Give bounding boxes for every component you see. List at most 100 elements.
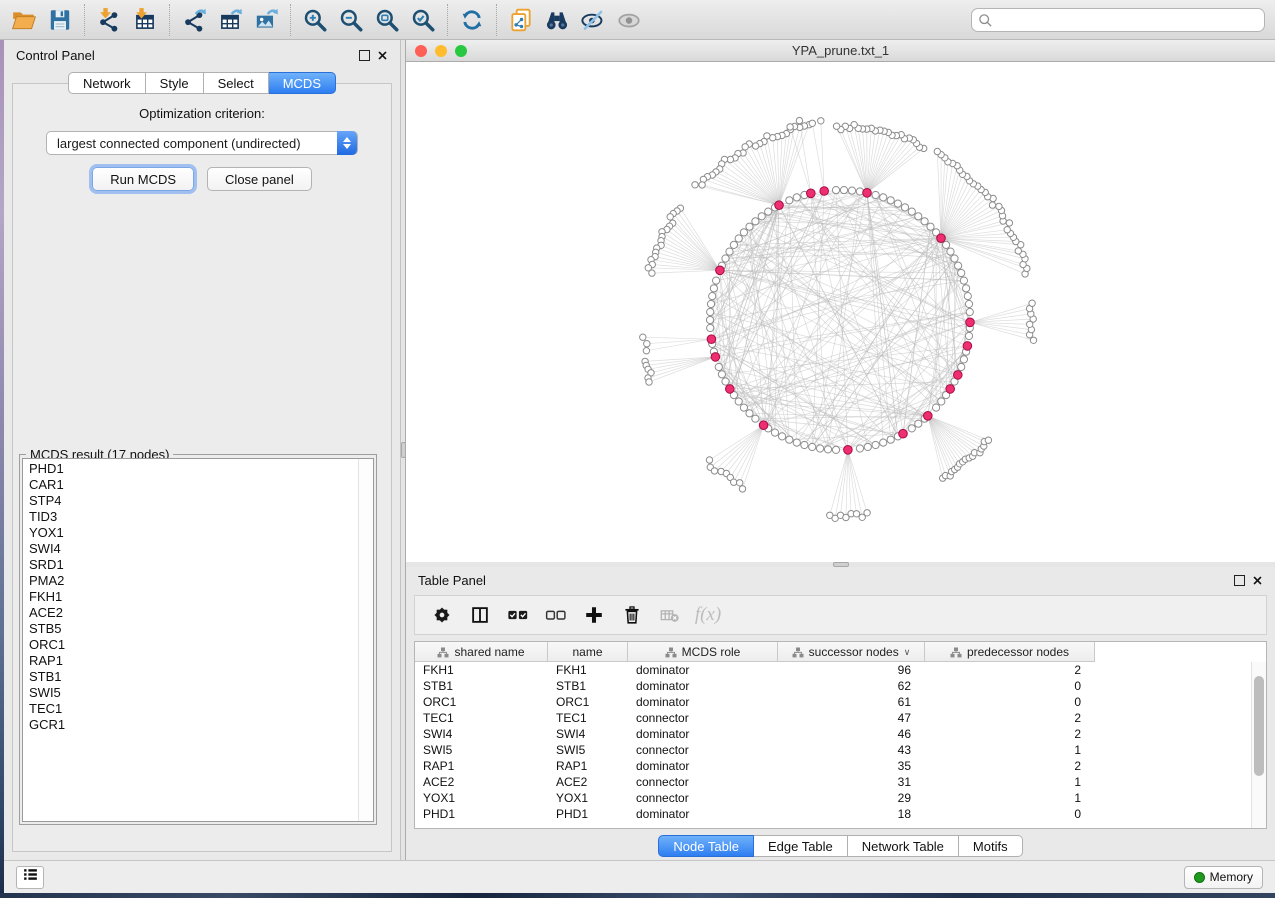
- export-image-icon[interactable]: [248, 4, 284, 36]
- table-row[interactable]: PHD1PHD1dominator180: [415, 806, 1251, 822]
- mcds-result-node[interactable]: SRD1: [23, 557, 373, 573]
- memory-button[interactable]: Memory: [1184, 866, 1263, 889]
- table-row[interactable]: ORC1ORC1dominator610: [415, 694, 1251, 710]
- table-scrollbar[interactable]: [1251, 662, 1266, 828]
- zoom-selected-icon[interactable]: [405, 4, 441, 36]
- table-row[interactable]: FKH1FKH1dominator962: [415, 662, 1251, 678]
- tab-network-table[interactable]: Network Table: [848, 835, 959, 857]
- table-row[interactable]: TEC1TEC1connector472: [415, 710, 1251, 726]
- memory-status-icon: [1194, 872, 1205, 883]
- zoom-in-icon[interactable]: [297, 4, 333, 36]
- column-header-shared-name[interactable]: shared name: [415, 642, 548, 662]
- mcds-result-node[interactable]: ACE2: [23, 605, 373, 621]
- column-header-MCDS-role[interactable]: MCDS role: [628, 642, 778, 662]
- table-row[interactable]: SWI4SWI4dominator462: [415, 726, 1251, 742]
- column-header-name[interactable]: name: [548, 642, 628, 662]
- mcds-result-node[interactable]: PMA2: [23, 573, 373, 589]
- tab-edge-table[interactable]: Edge Table: [754, 835, 848, 857]
- tab-mcds[interactable]: MCDS: [269, 72, 336, 94]
- tab-select[interactable]: Select: [204, 72, 269, 94]
- import-network-icon[interactable]: [91, 4, 127, 36]
- cell-name: SWI5: [548, 743, 628, 757]
- refresh-layout-icon[interactable]: [454, 4, 490, 36]
- float-table-panel-icon[interactable]: [1234, 575, 1245, 586]
- delete-table-icon: [651, 598, 689, 632]
- deselect-all-icon[interactable]: [537, 598, 575, 632]
- mcds-result-group: MCDS result (17 nodes) PHD1CAR1STP4TID3Y…: [19, 454, 377, 825]
- mcds-result-node[interactable]: FKH1: [23, 589, 373, 605]
- export-table-icon[interactable]: [212, 4, 248, 36]
- column-header-predecessor-nodes[interactable]: predecessor nodes: [925, 642, 1095, 662]
- zoom-fit-icon[interactable]: [369, 4, 405, 36]
- cell-mcds_role: connector: [628, 775, 778, 789]
- network-view-titlebar[interactable]: YPA_prune.txt_1: [406, 40, 1275, 62]
- cell-mcds_role: connector: [628, 791, 778, 805]
- network-view-title: YPA_prune.txt_1: [406, 43, 1275, 58]
- table-header-row: shared namenameMCDS rolesuccessor nodes∨…: [415, 642, 1095, 662]
- cell-shared_name: SWI5: [415, 743, 548, 757]
- table-row[interactable]: RAP1RAP1dominator352: [415, 758, 1251, 774]
- mcds-result-node[interactable]: RAP1: [23, 653, 373, 669]
- mcds-result-node[interactable]: ORC1: [23, 637, 373, 653]
- export-network-icon[interactable]: [176, 4, 212, 36]
- result-list-scrollbar[interactable]: [358, 459, 373, 821]
- mcds-result-node[interactable]: STB5: [23, 621, 373, 637]
- memory-label: Memory: [1210, 870, 1253, 884]
- mcds-result-node[interactable]: PHD1: [23, 461, 373, 477]
- table-row[interactable]: SWI5SWI5connector431: [415, 742, 1251, 758]
- copy-network-icon[interactable]: [503, 4, 539, 36]
- open-file-icon[interactable]: [6, 4, 42, 36]
- close-panel-button[interactable]: Close panel: [207, 167, 312, 191]
- import-table-icon[interactable]: [127, 4, 163, 36]
- cell-mcds_role: dominator: [628, 679, 778, 693]
- search-input[interactable]: [971, 8, 1265, 32]
- column-header-successor-nodes[interactable]: successor nodes∨: [778, 642, 925, 662]
- mcds-tab-content: Optimization criterion: largest connecte…: [12, 83, 392, 852]
- mcds-result-node[interactable]: SWI5: [23, 685, 373, 701]
- table-row[interactable]: STB1STB1dominator620: [415, 678, 1251, 694]
- zoom-out-icon[interactable]: [333, 4, 369, 36]
- toolbar-icon-groups: [0, 0, 653, 40]
- task-history-button[interactable]: [16, 866, 44, 889]
- tab-motifs[interactable]: Motifs: [959, 835, 1023, 857]
- mcds-result-node[interactable]: CAR1: [23, 477, 373, 493]
- run-mcds-button[interactable]: Run MCDS: [92, 167, 194, 191]
- tab-style[interactable]: Style: [146, 72, 204, 94]
- add-column-icon[interactable]: [575, 598, 613, 632]
- table-row[interactable]: ACE2ACE2connector311: [415, 774, 1251, 790]
- find-icon[interactable]: [539, 4, 575, 36]
- mcds-result-node[interactable]: TID3: [23, 509, 373, 525]
- table-scrollbar-thumb[interactable]: [1254, 676, 1264, 776]
- mcds-result-node[interactable]: STB1: [23, 669, 373, 685]
- float-panel-icon[interactable]: [359, 50, 370, 61]
- hide-selected-icon[interactable]: [575, 4, 611, 36]
- save-session-icon[interactable]: [42, 4, 78, 36]
- cell-mcds_role: dominator: [628, 807, 778, 821]
- control-panel: Control Panel NetworkStyleSelectMCDS Opt…: [4, 40, 400, 860]
- mcds-result-node[interactable]: TEC1: [23, 701, 373, 717]
- tab-network[interactable]: Network: [68, 72, 146, 94]
- table-row[interactable]: YOX1YOX1connector291: [415, 790, 1251, 806]
- mcds-result-node[interactable]: STP4: [23, 493, 373, 509]
- settings-gear-icon[interactable]: [423, 598, 461, 632]
- select-all-icon[interactable]: [499, 598, 537, 632]
- mcds-result-node[interactable]: GCR1: [23, 717, 373, 733]
- cell-mcds_role: connector: [628, 743, 778, 757]
- cell-name: PHD1: [548, 807, 628, 821]
- mcds-result-node[interactable]: YOX1: [23, 525, 373, 541]
- cell-predecessor_nodes: 0: [925, 695, 1095, 709]
- optimization-criterion-select[interactable]: largest connected component (undirected): [46, 131, 358, 155]
- delete-column-icon[interactable]: [613, 598, 651, 632]
- cell-shared_name: SWI4: [415, 727, 548, 741]
- cell-shared_name: ACE2: [415, 775, 548, 789]
- close-table-panel-icon[interactable]: [1252, 575, 1263, 586]
- mcds-result-node[interactable]: SWI4: [23, 541, 373, 557]
- network-canvas[interactable]: [406, 62, 1275, 562]
- cell-successor_nodes: 62: [778, 679, 925, 693]
- network-view-window: YPA_prune.txt_1: [406, 40, 1275, 562]
- main-toolbar: [0, 0, 1275, 40]
- column-visibility-icon[interactable]: [461, 598, 499, 632]
- desktop-edge-bottom: [0, 893, 1275, 898]
- tab-node-table[interactable]: Node Table: [658, 835, 754, 857]
- close-panel-icon[interactable]: [377, 50, 388, 61]
